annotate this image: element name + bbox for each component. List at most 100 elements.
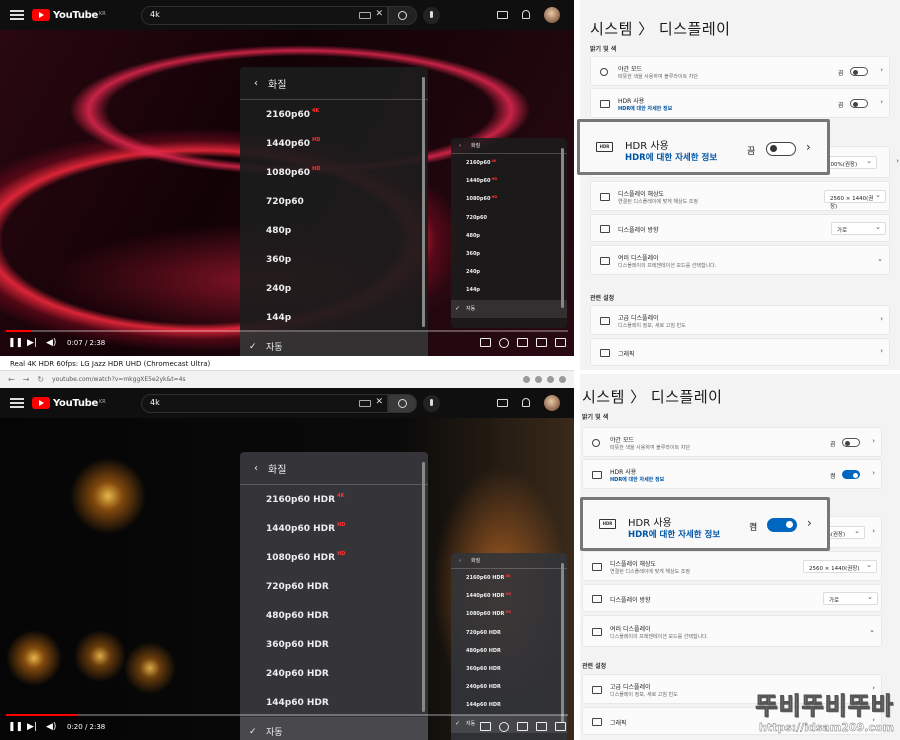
hdr-zoom-callout[interactable]: HDR HDR 사용 HDR에 대한 자세한 정보 켬 › xyxy=(580,497,830,551)
orientation-select[interactable]: 가로 xyxy=(831,222,886,235)
quality-option[interactable]: 480p xyxy=(240,216,428,245)
scrollbar[interactable] xyxy=(422,77,425,327)
hdr-toggle[interactable] xyxy=(767,518,797,532)
profile-icon[interactable] xyxy=(559,376,566,383)
extension-icon[interactable] xyxy=(535,376,542,383)
quality-option[interactable]: 1440p60 HD xyxy=(451,172,567,190)
pause-icon[interactable]: ❚❚ xyxy=(8,722,23,732)
back-icon[interactable]: ← xyxy=(8,375,15,384)
resolution-select[interactable]: 2560 × 1440(권장) xyxy=(803,560,877,573)
youtube-logo[interactable]: YouTube KR xyxy=(32,397,106,409)
quality-menu-header[interactable]: ‹ 화질 xyxy=(240,67,428,100)
quality-option[interactable]: 144p xyxy=(451,281,567,299)
quality-option[interactable]: 240p xyxy=(451,263,567,281)
quality-option[interactable]: 360p60 HDR xyxy=(451,660,567,678)
night-mode-toggle[interactable] xyxy=(842,438,860,447)
keyboard-icon[interactable] xyxy=(359,12,371,19)
hdr-row[interactable]: HDR 사용 HDR에 대한 자세한 정보 끔 › xyxy=(590,88,890,118)
volume-icon[interactable]: ◀) xyxy=(46,722,56,732)
quality-option[interactable]: 144p60 HDR xyxy=(451,696,567,714)
mic-icon[interactable] xyxy=(423,395,440,412)
quality-option[interactable]: 720p60 xyxy=(451,209,567,227)
search-button[interactable] xyxy=(388,394,417,413)
video-title[interactable]: Real 4K HDR 60fps: LG Jazz HDR UHD (Chro… xyxy=(0,356,574,370)
extension-icon[interactable] xyxy=(547,376,554,383)
quality-option[interactable]: 360p xyxy=(451,245,567,263)
video-frame[interactable]: ‹ 화질 2160p60 4K 1440p60 HD 1080p60 HD 720p60 480p… xyxy=(0,30,574,356)
volume-icon[interactable]: ◀) xyxy=(46,338,56,348)
subtitles-icon[interactable] xyxy=(480,722,491,731)
quality-menu-header[interactable]: ‹ 화질 xyxy=(451,138,567,154)
video-frame[interactable]: ‹ 화질 2160p60 HDR 4K 1440p60 HDR HD 1080p60 HDR… xyxy=(0,418,574,740)
orientation-select[interactable]: 가로 xyxy=(823,592,878,605)
fullscreen-icon[interactable] xyxy=(555,338,566,347)
quality-menu-header[interactable]: ‹ 화질 xyxy=(451,553,567,569)
hdr-info-link[interactable]: HDR에 대한 자세한 정보 xyxy=(618,105,672,112)
quality-option[interactable]: 1080p60 HDR HD xyxy=(240,543,428,572)
clear-icon[interactable]: ✕ xyxy=(375,397,383,407)
graphics-row[interactable]: 그래픽 › xyxy=(590,338,890,366)
quality-option[interactable]: 720p60 xyxy=(240,187,428,216)
gear-icon[interactable] xyxy=(499,722,509,732)
quality-option[interactable]: 360p xyxy=(240,245,428,274)
scrollbar[interactable] xyxy=(422,462,425,712)
quality-option[interactable]: 720p60 HDR xyxy=(240,572,428,601)
quality-option[interactable]: 720p60 HDR xyxy=(451,624,567,642)
quality-option[interactable]: 1080p60 HD xyxy=(451,190,567,208)
hdr-toggle[interactable] xyxy=(766,142,796,156)
hdr-info-link[interactable]: HDR에 대한 자세한 정보 xyxy=(625,151,717,163)
quality-option[interactable]: 2160p60 HDR 4K xyxy=(451,569,567,587)
quality-option[interactable]: 1440p60 HDR HD xyxy=(451,587,567,605)
menu-icon[interactable] xyxy=(10,10,24,20)
night-mode-row[interactable]: 야간 모드 따뜻한 색을 사용하여 블루라이트 차단 끔 › xyxy=(590,56,890,86)
theater-icon[interactable] xyxy=(536,338,547,347)
hdr-info-link[interactable]: HDR에 대한 자세한 정보 xyxy=(610,476,664,483)
forward-icon[interactable]: → xyxy=(23,375,30,384)
mic-icon[interactable] xyxy=(423,7,440,24)
next-icon[interactable]: ▶| xyxy=(27,338,37,348)
avatar[interactable] xyxy=(544,7,560,23)
night-mode-row[interactable]: 야간 모드 따뜻한 색을 사용하여 블루라이트 차단 끔 › xyxy=(582,427,882,457)
multi-display-row[interactable]: 여러 디스플레이 디스플레이의 프레젠테이션 모드를 선택합니다. ⌄ xyxy=(590,245,890,275)
avatar[interactable] xyxy=(544,395,560,411)
miniplayer-icon[interactable] xyxy=(517,722,528,731)
quality-option[interactable]: 2160p60 HDR 4K xyxy=(240,485,428,514)
bell-icon[interactable] xyxy=(522,398,530,407)
night-mode-toggle[interactable] xyxy=(850,67,868,76)
gear-icon[interactable] xyxy=(499,338,509,348)
hdr-row[interactable]: HDR 사용 HDR에 대한 자세한 정보 켬 › xyxy=(582,459,882,489)
quality-option[interactable]: 240p60 HDR xyxy=(240,659,428,688)
clear-icon[interactable]: ✕ xyxy=(375,9,383,19)
create-icon[interactable] xyxy=(497,399,508,407)
advanced-display-row[interactable]: 고급 디스플레이 디스플레이 정보, 새로 고침 빈도 › xyxy=(590,305,890,335)
scrollbar[interactable] xyxy=(561,563,564,723)
reload-icon[interactable]: ↻ xyxy=(37,375,44,384)
quality-option[interactable]: ✓ 자동 xyxy=(451,299,567,318)
hdr-toggle[interactable] xyxy=(850,99,868,108)
quality-option[interactable]: 2160p60 4K xyxy=(451,154,567,172)
scrollbar[interactable] xyxy=(561,148,564,308)
hdr-toggle[interactable] xyxy=(842,470,860,479)
quality-option[interactable]: 1080p60 HDR HD xyxy=(451,605,567,623)
youtube-logo[interactable]: YouTube KR xyxy=(32,9,106,21)
hdr-info-link[interactable]: HDR에 대한 자세한 정보 xyxy=(628,528,720,540)
quality-option[interactable]: 240p xyxy=(240,274,428,303)
hdr-zoom-callout[interactable]: HDR HDR 사용 HDR에 대한 자세한 정보 끔 › xyxy=(577,119,830,175)
quality-option[interactable]: 144p60 HDR xyxy=(240,688,428,717)
resolution-select[interactable]: 2560 × 1440(권장) xyxy=(824,190,886,210)
address-bar[interactable]: youtube.com/watch?v=mkggXE5e2yk&t=4s xyxy=(52,376,518,383)
quality-option[interactable]: 2160p60 4K xyxy=(240,100,428,129)
bell-icon[interactable] xyxy=(522,10,530,19)
quality-option[interactable]: 480p60 HDR xyxy=(240,601,428,630)
chevron-left-icon[interactable]: ‹ xyxy=(459,558,461,564)
menu-icon[interactable] xyxy=(10,398,24,408)
quality-option[interactable]: 1440p60 HD xyxy=(240,129,428,158)
miniplayer-icon[interactable] xyxy=(517,338,528,347)
multi-display-row[interactable]: 여러 디스플레이 디스플레이의 프레젠테이션 모드를 선택합니다. ⌄ xyxy=(582,615,882,647)
keyboard-icon[interactable] xyxy=(359,400,371,407)
search-input[interactable]: 4k ✕ xyxy=(141,6,388,25)
chevron-left-icon[interactable]: ‹ xyxy=(254,78,258,89)
search-button[interactable] xyxy=(388,6,417,25)
chevron-left-icon[interactable]: ‹ xyxy=(459,143,461,149)
quality-option[interactable]: 1440p60 HDR HD xyxy=(240,514,428,543)
